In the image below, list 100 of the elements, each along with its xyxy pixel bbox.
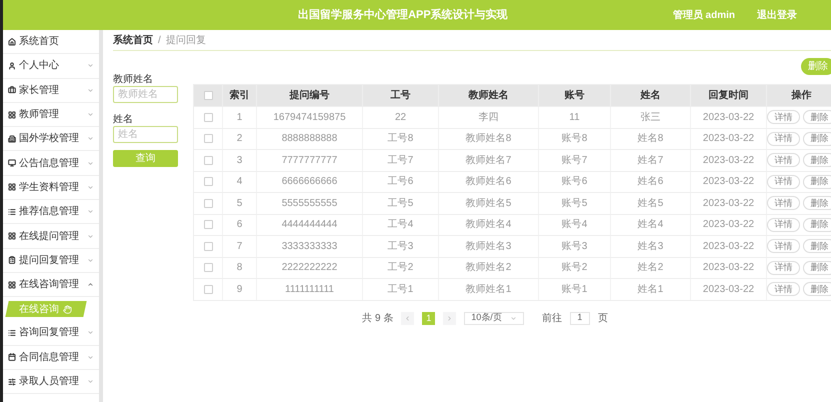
details-button[interactable]: 详情 (767, 218, 800, 232)
row-delete-button[interactable]: 删除 (803, 282, 831, 296)
sidebar-item[interactable]: 咨询回复管理 (3, 321, 99, 346)
total-count: 共 9 条 (362, 312, 394, 326)
app-title: 出国留学服务中心管理APP系统设计与实现 (298, 8, 508, 23)
table-cell-text: 1 (236, 110, 242, 125)
field-label: 姓名 (113, 113, 134, 126)
sidebar-item[interactable]: 合同信息管理 (3, 346, 99, 370)
table-cell-text: 工号3 (388, 240, 414, 254)
table-cell-text: 5555555555 (282, 196, 338, 211)
table-cell-text: 2023-03-22 (702, 110, 754, 125)
column-header: 姓名 (640, 88, 660, 103)
checkbox[interactable] (204, 242, 212, 251)
row-delete-button[interactable]: 删除 (803, 174, 831, 189)
table-cell-text: 2 (236, 132, 242, 146)
chevron-right-icon (446, 314, 454, 322)
next-page-button[interactable] (443, 312, 456, 324)
table-cell-text: 账号4 (562, 218, 588, 232)
table-cell-text: 工号5 (388, 196, 414, 211)
table-cell-text: 姓名8 (638, 132, 664, 146)
dropdown-icon (510, 314, 517, 322)
table-cell-text: 5 (236, 196, 242, 211)
sidebar-item[interactable]: 教师管理 (3, 102, 99, 128)
table-cell-text: 工号4 (388, 218, 414, 232)
table-cell-text: 账号8 (562, 132, 588, 146)
sidebar-item[interactable]: 在线咨询管理 (3, 272, 99, 298)
details-button[interactable]: 详情 (767, 153, 800, 168)
page-suffix: 页 (598, 312, 608, 326)
user-icon (8, 62, 16, 70)
table-cell-text: 教师姓名7 (466, 154, 512, 168)
table-cell-text: 9 (236, 282, 242, 297)
details-button[interactable]: 详情 (767, 110, 800, 124)
column-header: 回复时间 (708, 88, 748, 103)
checkbox[interactable] (204, 91, 212, 100)
sidebar-item[interactable]: 在线提问管理 (3, 224, 99, 249)
table-cell-text: 教师姓名3 (466, 240, 512, 254)
list-icon (8, 328, 16, 337)
grid-icon (8, 183, 16, 192)
sidebar-item[interactable]: 提问回复管理 (3, 248, 99, 273)
column-header: 操作 (792, 88, 812, 103)
table-cell-text: 教师姓名8 (466, 132, 512, 146)
search-field[interactable]: 姓名 (113, 126, 178, 143)
column-header: 索引 (230, 88, 250, 103)
table-cell-text: 8 (236, 261, 242, 276)
table-cell-text: 张三 (640, 110, 660, 125)
checkbox[interactable] (204, 156, 212, 165)
row-delete-button[interactable]: 删除 (803, 110, 831, 124)
table-cell-text: 姓名3 (638, 240, 664, 254)
sidebar-item[interactable]: 学生资料管理 (3, 176, 99, 200)
row-delete-button[interactable]: 删除 (803, 260, 831, 275)
sidebar-item[interactable]: 家长管理 (3, 78, 99, 103)
table-cell-text: 7 (236, 240, 242, 254)
sidebar-item[interactable]: 公告信息管理 (3, 151, 99, 176)
table-cell-text: 工号7 (388, 154, 414, 168)
table-cell-text: 李四 (478, 110, 498, 125)
row-delete-button[interactable]: 删除 (803, 132, 831, 146)
row-delete-button[interactable]: 删除 (803, 239, 831, 254)
row-delete-button[interactable]: 删除 (803, 153, 831, 168)
sidebar-item[interactable]: 国外学校管理 (3, 127, 99, 152)
details-button[interactable]: 详情 (767, 239, 800, 254)
checkbox[interactable] (204, 177, 212, 186)
table-cell-text: 3 (236, 154, 242, 168)
details-button[interactable]: 详情 (767, 174, 800, 189)
checkbox[interactable] (204, 284, 212, 294)
checkbox[interactable] (204, 220, 212, 230)
table-cell-text: 工号6 (388, 175, 414, 190)
checkbox[interactable] (204, 198, 212, 208)
table-cell-text: 2222222222 (282, 261, 338, 276)
sidebar-item[interactable]: 系统首页 (3, 30, 99, 54)
table-cell-text: 2023-03-22 (702, 240, 754, 254)
details-button[interactable]: 详情 (767, 132, 800, 146)
row-delete-button[interactable]: 删除 (803, 196, 831, 210)
details-button[interactable]: 详情 (767, 196, 800, 210)
table-cell-text: 7777777777 (282, 154, 338, 168)
details-button[interactable]: 详情 (767, 260, 800, 275)
page-size-select[interactable]: 10条/页 (464, 312, 524, 324)
details-button[interactable]: 详情 (767, 282, 800, 296)
row-delete-button[interactable]: 删除 (803, 218, 831, 232)
table-cell-text: 工号8 (388, 132, 414, 146)
table-cell-text: 教师姓名1 (466, 282, 512, 297)
monitor-icon (8, 159, 16, 168)
prev-page-button[interactable] (401, 312, 414, 324)
checkbox[interactable] (204, 112, 212, 122)
search-field[interactable]: 教师姓名 (113, 86, 178, 103)
table-cell-text: 1679474159875 (273, 110, 346, 125)
sidebar-item[interactable]: 推荐信息管理 (3, 200, 99, 224)
checkbox[interactable] (204, 134, 212, 144)
breadcrumb-item: 提问回复 (166, 34, 206, 48)
table-cell-text: 账号6 (562, 174, 588, 190)
checkbox[interactable] (204, 263, 212, 272)
field-label: 教师姓名 (113, 73, 154, 86)
goto-page-field[interactable]: 1 (570, 312, 590, 324)
sidebar-item[interactable]: 录取人员管理 (3, 370, 99, 394)
breadcrumb-separator: / (158, 34, 161, 48)
breadcrumb-item[interactable]: 系统首页 (113, 33, 153, 48)
chevron-left-icon (404, 314, 412, 322)
calendar-icon (8, 353, 16, 362)
table-cell-text: 账号1 (562, 282, 588, 297)
table-cell-text: 姓名5 (638, 196, 664, 211)
sidebar-item[interactable]: 个人中心 (3, 54, 99, 79)
